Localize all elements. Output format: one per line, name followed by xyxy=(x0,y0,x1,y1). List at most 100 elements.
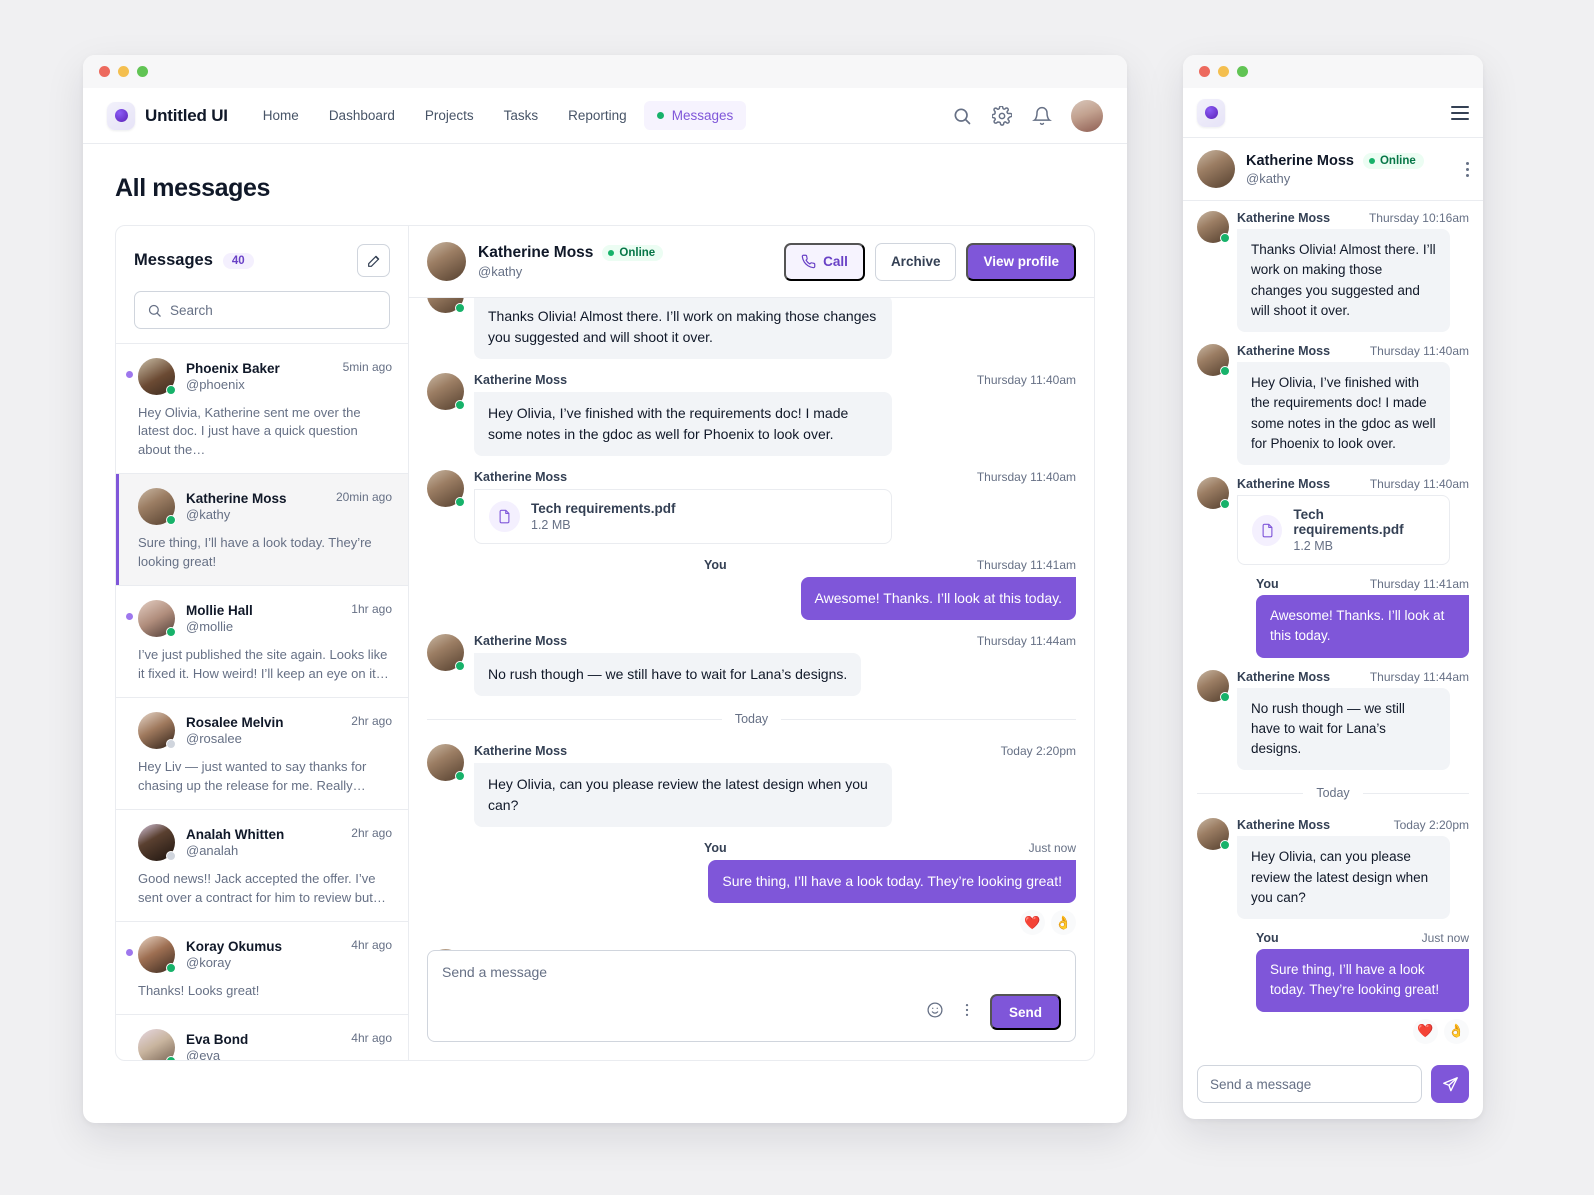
conversation-list[interactable]: Phoenix Baker @phoenix 5min ago Hey Oliv… xyxy=(116,343,408,1060)
top-navbar: Untitled UI Home Dashboard Projects Task… xyxy=(83,88,1127,144)
reaction-ok-hand[interactable]: 👌 xyxy=(1051,910,1076,935)
messages-card: Messages 40 Search Phoenix Baker @phoeni… xyxy=(115,225,1095,1061)
mobile-message-thread[interactable]: Katherine Moss Thursday 10:16am Thanks O… xyxy=(1183,201,1483,1053)
archive-button[interactable]: Archive xyxy=(874,242,957,281)
message-bubble: Sure thing, I’ll have a look today. They… xyxy=(1256,949,1469,1012)
nav-link-messages[interactable]: Messages xyxy=(643,101,747,130)
window-maximize-button[interactable] xyxy=(1237,66,1248,77)
message-composer[interactable]: Send a message Send xyxy=(427,950,1076,1042)
status-indicator xyxy=(166,962,176,973)
message-m6: Katherine Moss Today 2:20pm Hey Olivia, … xyxy=(427,744,1076,827)
avatar xyxy=(138,935,176,973)
message-m2: Katherine Moss Thursday 11:40am Hey Oliv… xyxy=(427,373,1076,456)
nav-link-projects[interactable]: Projects xyxy=(412,101,487,130)
window-maximize-button[interactable] xyxy=(137,66,148,77)
emoji-icon[interactable] xyxy=(926,1001,944,1024)
conversation-item-kathy[interactable]: Katherine Moss @kathy 20min ago Sure thi… xyxy=(116,474,408,587)
untitled-ui-logo-icon xyxy=(1197,98,1225,127)
message-bubble: Thanks Olivia! Almost there. I’ll work o… xyxy=(474,298,892,359)
date-divider-label: Today xyxy=(734,712,769,726)
window-minimize-button[interactable] xyxy=(118,66,129,77)
conversation-time: 1hr ago xyxy=(351,602,392,617)
reaction-heart[interactable]: ❤️ xyxy=(1020,910,1045,935)
search-icon[interactable] xyxy=(951,105,973,127)
avatar xyxy=(138,1029,176,1060)
message-m1: Katherine Moss Thursday 10:16am Thanks O… xyxy=(427,298,1076,359)
search-input[interactable]: Search xyxy=(134,291,390,329)
pdf-file-icon xyxy=(1252,514,1283,546)
message-reactions: ❤️ 👌 xyxy=(1413,1018,1469,1044)
send-button[interactable]: Send xyxy=(989,994,1061,1030)
call-button-label: Call xyxy=(823,254,848,269)
call-button[interactable]: Call xyxy=(784,242,865,281)
conversation-item-eva[interactable]: Eva Bond @eva 4hr ago The press release … xyxy=(116,1015,408,1060)
user-avatar[interactable] xyxy=(1071,99,1103,132)
conversation-handle: @koray xyxy=(186,954,231,970)
status-indicator xyxy=(1220,366,1230,376)
conversation-item-analah[interactable]: Analah Whitten @analah 2hr ago Good news… xyxy=(116,810,408,922)
conversation-name: Koray Okumus xyxy=(186,938,283,954)
message-bubble: Hey Olivia, can you please review the la… xyxy=(474,763,892,827)
more-vertical-icon[interactable] xyxy=(958,1001,976,1024)
file-attachment[interactable]: Tech requirements.pdf 1.2 MB xyxy=(474,489,892,544)
mobile-message-input[interactable]: Send a message xyxy=(1197,1065,1422,1103)
message-bubble: Thanks Olivia! Almost there. I’ll work o… xyxy=(1237,229,1450,332)
conversation-item-mollie[interactable]: Mollie Hall @mollie 1hr ago I’ve just pu… xyxy=(116,586,408,699)
page-content: All messages Messages 40 Search Phoenix … xyxy=(83,144,1127,1123)
compose-icon[interactable] xyxy=(357,244,390,277)
status-indicator xyxy=(166,385,176,395)
nav-link-home[interactable]: Home xyxy=(250,101,312,130)
mobile-composer: Send a message xyxy=(1183,1053,1483,1119)
message-thread[interactable]: Katherine Moss Thursday 10:16am Thanks O… xyxy=(409,298,1094,950)
avatar xyxy=(138,488,176,526)
file-attachment[interactable]: Tech requirements.pdf 1.2 MB xyxy=(1237,495,1450,565)
gear-icon[interactable] xyxy=(991,105,1013,127)
nav-link-dashboard[interactable]: Dashboard xyxy=(316,101,408,130)
mobile-composer-placeholder: Send a message xyxy=(1210,1076,1312,1092)
reaction-heart[interactable]: ❤️ xyxy=(1413,1018,1438,1044)
conversation-time: 20min ago xyxy=(335,490,392,505)
reaction-ok-hand[interactable]: 👌 xyxy=(1444,1018,1469,1044)
mobile-chat-header: Katherine Moss Online @kathy xyxy=(1183,138,1483,201)
avatar xyxy=(427,373,465,410)
view-profile-button[interactable]: View profile xyxy=(966,242,1076,281)
more-vertical-icon[interactable] xyxy=(1466,161,1469,177)
message-bubble: No rush though — we still have to wait f… xyxy=(474,653,862,696)
conversation-time: 2hr ago xyxy=(351,826,392,841)
conversation-name: Katherine Moss xyxy=(186,491,287,507)
window-close-button[interactable] xyxy=(99,66,110,77)
page-title: All messages xyxy=(115,174,271,202)
unread-indicator-dot xyxy=(656,112,664,119)
conversation-time: 4hr ago xyxy=(351,937,392,952)
message-m5: Katherine Moss Thursday 11:44am No rush … xyxy=(1197,669,1469,771)
message-time: Today 2:20pm xyxy=(1393,818,1469,833)
conversation-item-koray[interactable]: Koray Okumus @koray 4hr ago Thanks! Look… xyxy=(116,922,408,1016)
conversation-list-title: Messages xyxy=(134,251,213,269)
conversation-item-rosalee[interactable]: Rosalee Melvin @rosalee 2hr ago Hey Liv … xyxy=(116,698,408,811)
nav-link-reporting[interactable]: Reporting xyxy=(555,101,640,130)
brand[interactable]: Untitled UI xyxy=(107,101,228,130)
status-badge-label: Online xyxy=(1379,154,1416,167)
message-bubble: Sure thing, I’ll have a look today. They… xyxy=(708,860,1076,903)
status-indicator xyxy=(1220,499,1230,509)
window-minimize-button[interactable] xyxy=(1218,66,1229,77)
window-close-button[interactable] xyxy=(1199,66,1210,77)
chat-panel: Katherine Moss Online @kathy Call Archiv… xyxy=(409,226,1094,1060)
message-sender: Katherine Moss xyxy=(474,470,568,484)
unread-dot xyxy=(126,613,133,621)
status-indicator xyxy=(166,1056,176,1060)
mobile-contact-name: Katherine Moss xyxy=(1246,152,1354,169)
nav-link-tasks[interactable]: Tasks xyxy=(491,101,552,130)
send-plane-icon[interactable] xyxy=(1431,1065,1469,1103)
avatar xyxy=(138,712,176,750)
message-bubble: Hey Olivia, I’ve finished with the requi… xyxy=(1237,362,1450,465)
message-time: Thursday 11:44am xyxy=(1369,669,1469,684)
navbar-actions xyxy=(951,99,1103,132)
message-m3: Katherine Moss Thursday 11:40am Tech req… xyxy=(1197,477,1469,565)
status-badge: Online xyxy=(1362,152,1424,169)
message-time: Just now xyxy=(1028,841,1076,855)
bell-icon[interactable] xyxy=(1031,105,1053,127)
hamburger-icon[interactable] xyxy=(1451,105,1469,120)
conversation-item-phoenix[interactable]: Phoenix Baker @phoenix 5min ago Hey Oliv… xyxy=(116,344,408,475)
message-sender: Katherine Moss xyxy=(1237,818,1331,833)
